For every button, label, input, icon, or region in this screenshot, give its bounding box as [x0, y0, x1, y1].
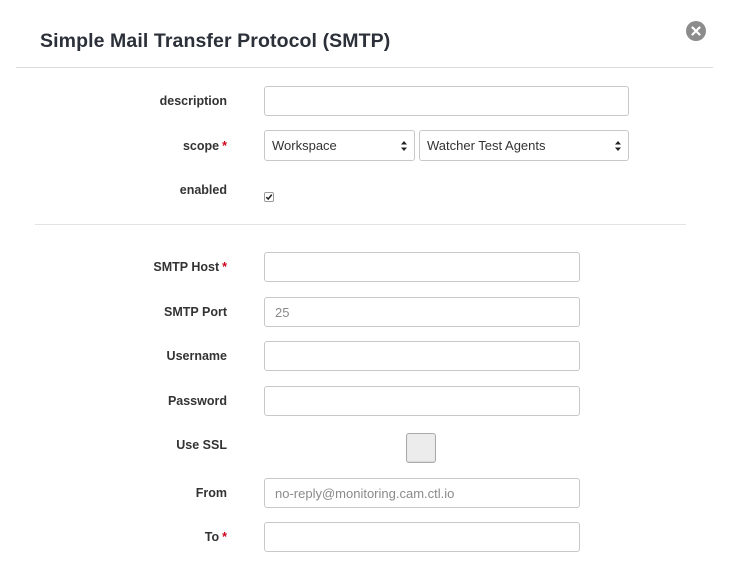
to-input[interactable]	[264, 522, 580, 552]
username-input[interactable]	[264, 341, 580, 371]
from-label-text: From	[195, 486, 227, 500]
to-label-text: To	[204, 530, 220, 544]
smtp-host-label-text: SMTP Host	[153, 260, 220, 274]
scope-target-value: Watcher Test Agents	[427, 138, 546, 153]
smtp-port-label: SMTP Port	[164, 305, 227, 319]
from-label: From	[196, 486, 227, 500]
required-marker: *	[222, 139, 227, 153]
smtp-port-label-text: SMTP Port	[164, 305, 227, 319]
scope-label-text: scope	[182, 139, 220, 153]
smtp-port-input[interactable]	[264, 297, 580, 327]
username-label-text: Username	[166, 349, 227, 363]
use-ssl-label: Use SSL	[176, 438, 227, 452]
scope-type-select[interactable]: Workspace	[264, 130, 415, 161]
header-divider	[16, 67, 713, 68]
select-arrows-icon	[401, 141, 407, 151]
from-input[interactable]	[264, 478, 580, 508]
close-button[interactable]	[686, 21, 706, 41]
enabled-checkbox[interactable]	[264, 192, 274, 202]
password-label: Password	[168, 394, 227, 408]
dialog-title: Simple Mail Transfer Protocol (SMTP)	[40, 30, 391, 52]
use-ssl-checkbox[interactable]	[406, 433, 436, 463]
description-input[interactable]	[264, 86, 629, 116]
required-marker: *	[222, 260, 227, 274]
required-marker: *	[222, 530, 227, 544]
checkmark-icon	[265, 194, 273, 201]
password-input[interactable]	[264, 386, 580, 416]
to-label: To *	[205, 530, 227, 544]
smtp-host-input[interactable]	[264, 252, 580, 282]
scope-type-value: Workspace	[272, 138, 337, 153]
description-label-text: description	[159, 94, 227, 108]
enabled-label-text: enabled	[179, 183, 227, 197]
username-label: Username	[167, 349, 227, 363]
select-arrows-icon	[615, 141, 621, 151]
password-label-text: Password	[167, 394, 227, 408]
enabled-label: enabled	[180, 183, 227, 197]
section-divider	[35, 224, 686, 225]
scope-label: scope *	[183, 139, 227, 153]
scope-target-select[interactable]: Watcher Test Agents	[419, 130, 629, 161]
smtp-host-label: SMTP Host *	[153, 260, 227, 274]
close-icon	[691, 26, 701, 36]
use-ssl-label-text: Use SSL	[176, 438, 227, 452]
description-label: description	[160, 94, 227, 108]
